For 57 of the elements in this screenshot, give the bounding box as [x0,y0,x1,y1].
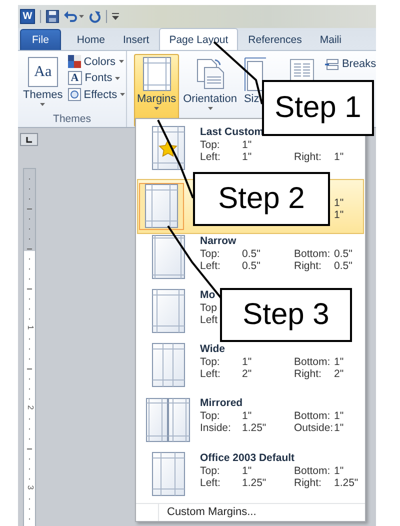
margin-value: 1" [242,139,253,151]
margin-value: 1.25" [242,422,268,434]
margin-label: Top: [200,464,221,477]
option-name: Office 2003 Default [200,452,295,464]
option-name: Last Custom [200,126,264,138]
margin-value: 1" [242,410,253,422]
margin-label: Inside: [200,422,232,434]
margin-value: 1" [242,151,253,163]
margin-label: Outside: [294,422,334,434]
margin-label: Bottom: [294,248,332,260]
margin-value: 2" [334,368,345,380]
margin-label: Left: [200,260,222,272]
margin-label: Right: [294,368,322,380]
group-label: Themes [52,113,92,127]
option-name: Wide [200,343,225,356]
margin-value: 1" [334,422,345,434]
margin-label: Bottom: [294,410,332,422]
option-name: Mo [200,288,216,301]
margin-value: 1" [334,151,345,163]
margin-value: 1" [334,464,345,477]
margin-value: 0.5" [334,260,354,272]
step-callout-tooltip: Step 1 [262,80,374,136]
margin-label: Right: [294,260,322,272]
margin-value: 1" [242,356,253,368]
fonts-icon: A [68,71,82,85]
ruler-number: 3 [26,484,35,492]
margin-value: 1" [334,197,345,210]
step-callout-tooltip: Step 2 [193,172,330,226]
margin-label: Left: [200,368,222,380]
margin-value: 1.25" [334,476,360,489]
option-name: Mirrored [200,397,243,410]
margin-label: Left: [200,476,222,489]
margin-value: 0.5" [242,248,262,260]
themes-icon: Aa [28,57,58,87]
margin-label: Right: [294,151,322,163]
option-name: Narrow [200,234,236,247]
ruler-number: 1 [26,324,35,332]
margin-label: Right: [294,476,322,489]
margin-value: 1.25" [242,476,268,489]
margin-label: Top [200,302,218,314]
margin-label: Left [200,314,219,326]
margin-value: 1" [334,356,345,368]
margin-label: Top: [200,248,221,260]
margin-label: Left: [200,151,222,163]
margin-label: Bottom: [294,356,332,368]
step-callout-tooltip: Step 3 [220,288,352,342]
margin-value: 0.5" [242,260,262,272]
margin-label: Top: [200,356,221,368]
margin-label: Top: [200,139,221,151]
margin-value: 1" [242,464,253,477]
margin-label: Bottom: [294,464,332,477]
margin-value: 2" [242,368,253,380]
margin-value: 1" [334,410,345,422]
margin-value: 0.5" [334,248,354,260]
margin-value: 1" [334,209,345,222]
ruler-number: 2 [26,404,35,412]
margin-label: Top: [200,410,221,422]
